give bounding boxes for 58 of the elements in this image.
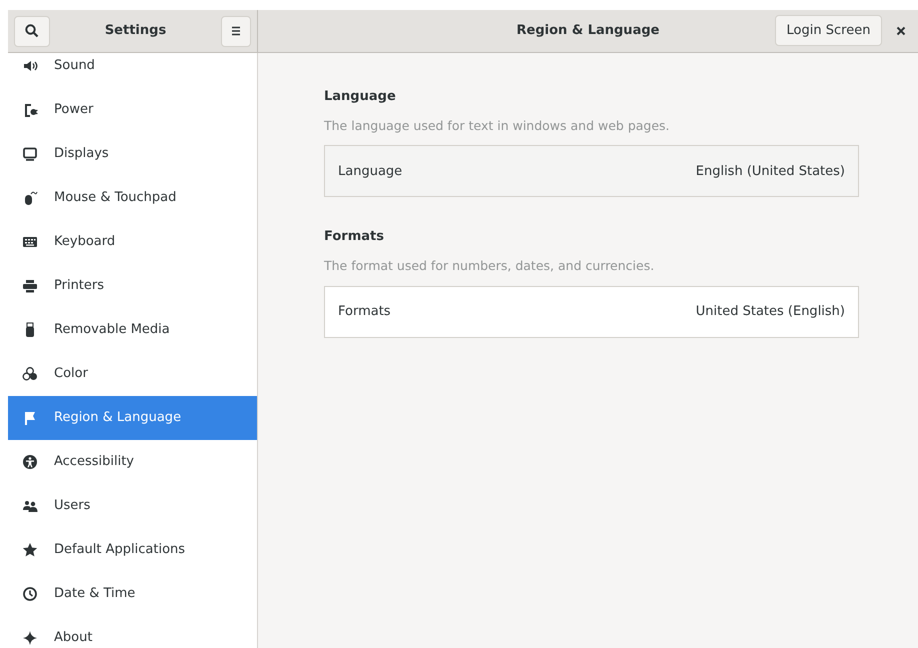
sidebar-item[interactable]: Region & Language	[8, 396, 257, 440]
sidebar-item[interactable]: Users	[8, 484, 257, 528]
star-icon	[22, 542, 38, 558]
monitor-icon	[22, 146, 38, 162]
row-label: Language	[338, 162, 402, 180]
item-label: Printers	[54, 277, 104, 296]
item-label: Displays	[54, 145, 109, 164]
sidebar-item[interactable]: About	[8, 616, 257, 648]
item-label: Sound	[54, 57, 95, 76]
sidebar-item[interactable]: Mouse & Touchpad	[8, 176, 257, 220]
section-heading: Language	[324, 88, 397, 106]
item-label: Keyboard	[54, 233, 116, 252]
keyboard-icon	[22, 234, 38, 250]
users-icon	[22, 498, 38, 514]
item-label: Users	[54, 497, 90, 516]
panel-title: Region & Language	[516, 22, 660, 40]
login-screen-button[interactable]: Login Screen	[775, 15, 882, 46]
search-button[interactable]	[14, 16, 50, 46]
setting-row[interactable]: Language English (United States)	[324, 145, 859, 198]
sidebar-title: Settings	[104, 22, 166, 40]
row-value: United States (English)	[696, 302, 845, 321]
item-label: Color	[54, 365, 88, 384]
sidebar-item[interactable]: Displays	[8, 132, 257, 176]
sidebar-item[interactable]: Accessibility	[8, 440, 257, 484]
printer-icon	[22, 278, 38, 294]
item-label: Removable Media	[54, 321, 170, 340]
sidebar-item[interactable]: Default Applications	[8, 528, 257, 572]
sparkle-icon	[22, 630, 38, 646]
item-label: Accessibility	[54, 453, 134, 472]
close-icon	[896, 26, 906, 36]
row-label: Formats	[338, 302, 391, 321]
menu-button[interactable]	[221, 16, 251, 46]
search-icon	[24, 23, 40, 39]
accessibility-icon	[22, 454, 38, 470]
sidebar-item[interactable]: Sound	[8, 53, 257, 88]
sidebar-item[interactable]: Date & Time	[8, 572, 257, 616]
circles-icon	[22, 366, 38, 382]
sidebar-item[interactable]: Keyboard	[8, 220, 257, 264]
clock-icon	[22, 586, 38, 602]
item-label: Region & Language	[54, 409, 182, 428]
battery-plug-icon	[22, 102, 38, 118]
item-label: About	[54, 629, 92, 648]
sidebar-item[interactable]: Power	[8, 88, 257, 132]
item-label: Default Applications	[54, 541, 186, 560]
section-description: The format used for numbers, dates, and currencies.	[324, 256, 656, 275]
item-label: Date & Time	[54, 585, 136, 604]
sidebar-item[interactable]: Removable Media	[8, 308, 257, 352]
mouse-icon	[22, 190, 38, 206]
section-heading: Formats	[324, 228, 385, 246]
sidebar-item[interactable]: Color	[8, 352, 257, 396]
item-label: Mouse & Touchpad	[54, 189, 176, 208]
sidebar-item[interactable]: Printers	[8, 264, 257, 308]
speaker-icon	[22, 58, 38, 74]
section-description: The language used for text in windows and web pages.	[324, 116, 671, 135]
row-value: English (United States)	[696, 162, 845, 180]
item-label: Power	[54, 101, 94, 120]
flag-icon	[22, 410, 38, 426]
setting-row[interactable]: Formats United States (English)	[324, 286, 859, 338]
